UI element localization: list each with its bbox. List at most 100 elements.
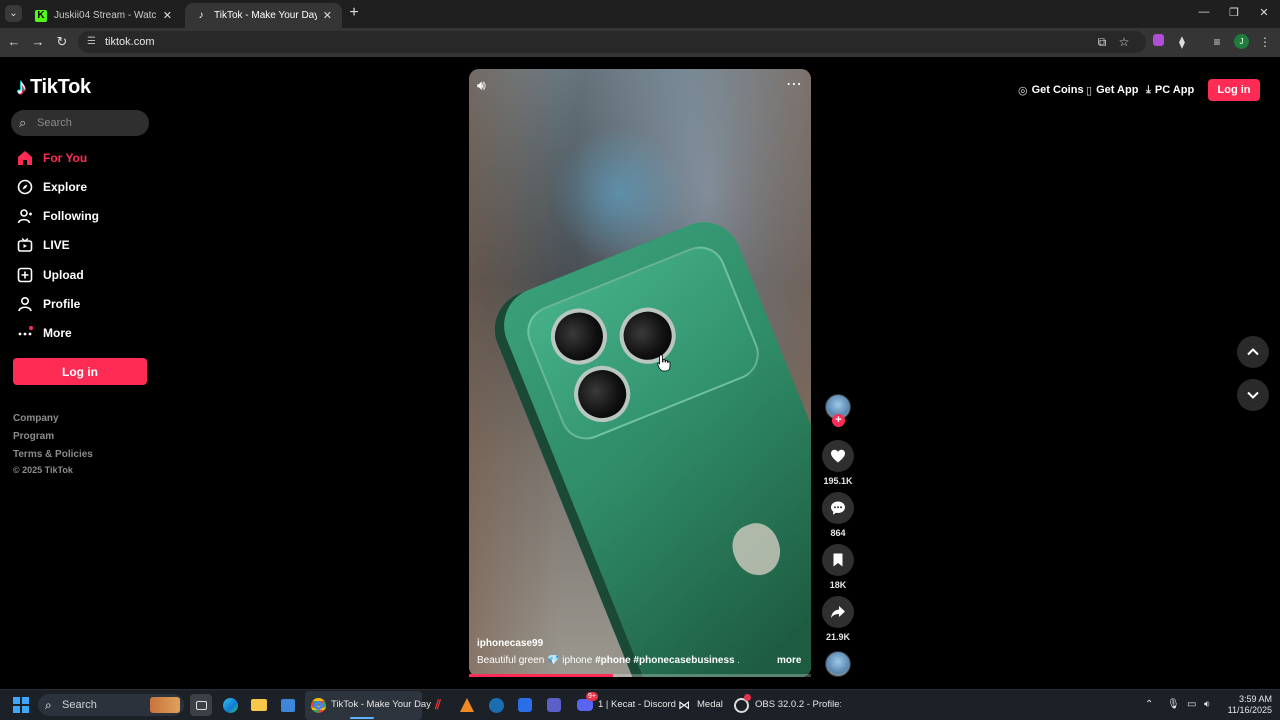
caption-more-link[interactable]: more [777,655,801,666]
footer-link-program[interactable]: Program [13,431,54,442]
bookmark-icon [833,553,843,567]
edge-icon[interactable] [219,694,241,716]
forward-icon[interactable]: → [30,34,46,50]
nav-more[interactable]: More [16,322,72,344]
volume-icon[interactable]: 🔊︎ [477,77,486,94]
video-progress-bar[interactable] [469,674,811,677]
video-author[interactable]: iphonecase99 [477,638,543,649]
teams-icon[interactable] [543,694,565,716]
discord-icon[interactable]: 9+ [574,692,598,716]
search-icon[interactable]: ⌕ [19,115,26,131]
profile-avatar-icon[interactable]: J [1234,34,1249,49]
taskbar-clock[interactable]: 3:59 AM 11/16/2025 [1222,694,1272,716]
address-bar[interactable]: ☰ tiktok.com [78,31,1146,53]
video-options-icon[interactable]: ⋯ [786,74,802,94]
chrome-icon[interactable] [307,694,329,716]
network-icon[interactable]: ▭ [1187,699,1196,710]
share-button[interactable] [822,596,854,628]
coin-icon: ◎ [1018,84,1028,97]
pc-app-link[interactable]: ⤓ PC App [1146,80,1194,100]
tray-chevron-up-icon[interactable]: ⌃ [1145,699,1153,710]
microphone-icon[interactable]: 🎙︎ [1167,699,1180,710]
tiktok-logo[interactable]: ♪ TikTok [16,74,91,100]
media-control-icon[interactable]: ≡ [1209,34,1225,50]
nav-label: Upload [43,268,84,282]
restore-icon[interactable]: ❐ [1227,6,1241,19]
video-player[interactable] [469,69,811,677]
notification-dot [29,326,33,330]
app-red-icon[interactable]: ⫽ [427,694,449,716]
home-icon [16,149,34,167]
sidebar-login-button[interactable]: Log in [13,358,147,385]
taskbar-discord-label[interactable]: 1 | Kecat - Discord [598,699,676,710]
nav-profile[interactable]: Profile [16,293,80,315]
music-disc-avatar[interactable] [825,651,851,677]
get-app-label: Get App [1096,84,1139,96]
caption-ellipsis: ... [737,655,739,666]
comment-icon [831,501,845,515]
nav-live[interactable]: LIVE [16,234,70,256]
nav-label: Profile [43,297,81,311]
site-settings-icon[interactable]: ☰ [87,31,96,53]
get-app-link[interactable]: ▯ Get App [1086,80,1138,100]
taskbar-medal-label[interactable]: Medal [697,699,723,710]
back-icon[interactable]: ← [6,34,22,50]
new-tab-button[interactable]: + [346,5,362,21]
footer-link-terms[interactable]: Terms & Policies [13,449,93,460]
nav-label: For You [43,151,88,165]
browser-toolbar: ← → ↻ ☰ tiktok.com ⧉ ☆ ⧫ ≡ ⋮ [0,28,1280,57]
chevron-up-icon [1247,348,1259,356]
profile-icon [16,295,34,313]
medal-icon[interactable]: ⋈ [673,694,695,716]
comment-button[interactable] [822,492,854,524]
get-coins-link[interactable]: ◎ Get Coins [1018,80,1084,100]
caption-hashtags[interactable]: #phone #phonecasebusiness [595,655,735,666]
taskbar-search[interactable]: ⌕ Search [38,694,184,716]
taskbar-obs-label[interactable]: OBS 32.0.2 - Profile: Unt [755,699,841,710]
extensions-puzzle-icon[interactable]: ⧫ [1174,34,1190,50]
minimize-icon[interactable]: — [1197,6,1211,18]
next-video-button[interactable] [1237,379,1269,411]
header-login-button[interactable]: Log in [1208,79,1260,101]
follow-plus-icon[interactable]: + [832,414,845,427]
video-progress-fill [469,674,613,677]
install-app-icon[interactable]: ⧉ [1094,34,1110,50]
browser-tab-tiktok[interactable]: ♪ TikTok - Make Your Day ✕ [185,3,342,28]
tab-close-icon[interactable]: ✕ [163,9,172,22]
tab-search-button[interactable]: ⌄ [5,5,22,22]
task-view-icon[interactable] [190,694,212,716]
chrome-menu-icon[interactable]: ⋮ [1257,34,1273,50]
save-count: 18K [829,580,847,590]
nav-explore[interactable]: Explore [16,176,87,198]
like-button[interactable] [822,440,854,472]
bookmark-star-icon[interactable]: ☆ [1116,34,1132,50]
app-blue-icon[interactable] [514,694,536,716]
save-button[interactable] [822,544,854,576]
search-input[interactable] [37,110,145,136]
tab-close-icon[interactable]: ✕ [323,9,332,22]
extension-shield-icon[interactable] [1150,34,1166,50]
pc-app-label: PC App [1154,84,1195,96]
close-window-icon[interactable]: ✕ [1257,6,1271,19]
nav-upload[interactable]: Upload [16,264,84,286]
file-explorer-icon[interactable] [248,694,270,716]
search-highlight-image [150,697,180,713]
nav-following[interactable]: Following [16,205,99,227]
tab-title: TikTok - Make Your Day [214,10,317,21]
steam-icon[interactable] [485,694,507,716]
obs-icon[interactable] [730,694,752,716]
kick-favicon-icon: K [35,9,47,22]
browser-tab-kick[interactable]: K Juskii04 Stream - Watch Live on ✕ [25,3,182,28]
previous-video-button[interactable] [1237,336,1269,368]
share-count: 21.9K [825,632,851,642]
footer-link-company[interactable]: Company [13,413,59,424]
reload-icon[interactable]: ↻ [54,34,70,50]
nav-for-you[interactable]: For You [16,147,87,169]
windows-start-icon[interactable] [13,697,29,713]
compass-icon [16,178,34,196]
speaker-icon[interactable]: 🔉︎ [1204,699,1210,710]
store-icon[interactable] [277,694,299,716]
app-orange-icon[interactable] [456,694,478,716]
taskbar-tiktok-label[interactable]: TikTok - Make Your Day [331,699,431,710]
share-arrow-icon [831,606,845,618]
